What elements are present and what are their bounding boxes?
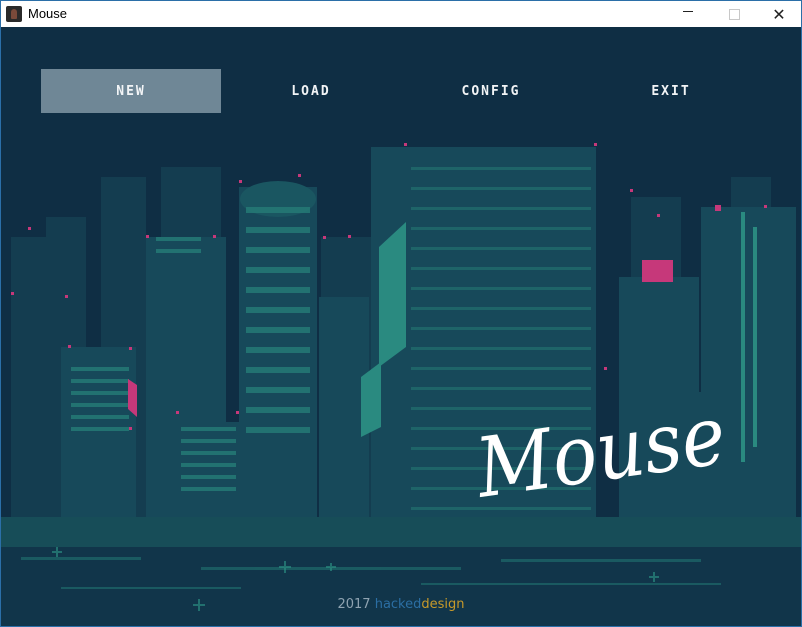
close-button[interactable]: ✕ (756, 1, 801, 27)
title-bar[interactable]: Mouse ✕ (1, 1, 801, 27)
title-screen: NEW LOAD CONFIG EXIT Mouse 2017 hackedde… (1, 27, 801, 626)
maximize-icon (728, 8, 740, 20)
menu-exit-button[interactable]: EXIT (581, 69, 761, 113)
menu-new-button[interactable]: NEW (41, 69, 221, 113)
city-skyline-background (1, 143, 801, 626)
menu-config-button[interactable]: CONFIG (401, 69, 581, 113)
menu-load-button[interactable]: LOAD (221, 69, 401, 113)
footer-hacked: hacked (374, 597, 422, 612)
credits-footer: 2017 hackeddesign (1, 597, 801, 612)
mouse-app-icon (6, 6, 22, 22)
maximize-button[interactable] (711, 1, 757, 27)
window-title: Mouse (28, 6, 68, 21)
footer-year: 2017 (337, 597, 371, 612)
close-icon: ✕ (772, 4, 786, 24)
minimize-button[interactable] (665, 1, 711, 27)
footer-design: design (421, 597, 465, 612)
minimize-icon (683, 10, 693, 12)
game-window: Mouse ✕ NEW LOAD CONFIG EXIT Mouse 2017 … (0, 0, 802, 627)
